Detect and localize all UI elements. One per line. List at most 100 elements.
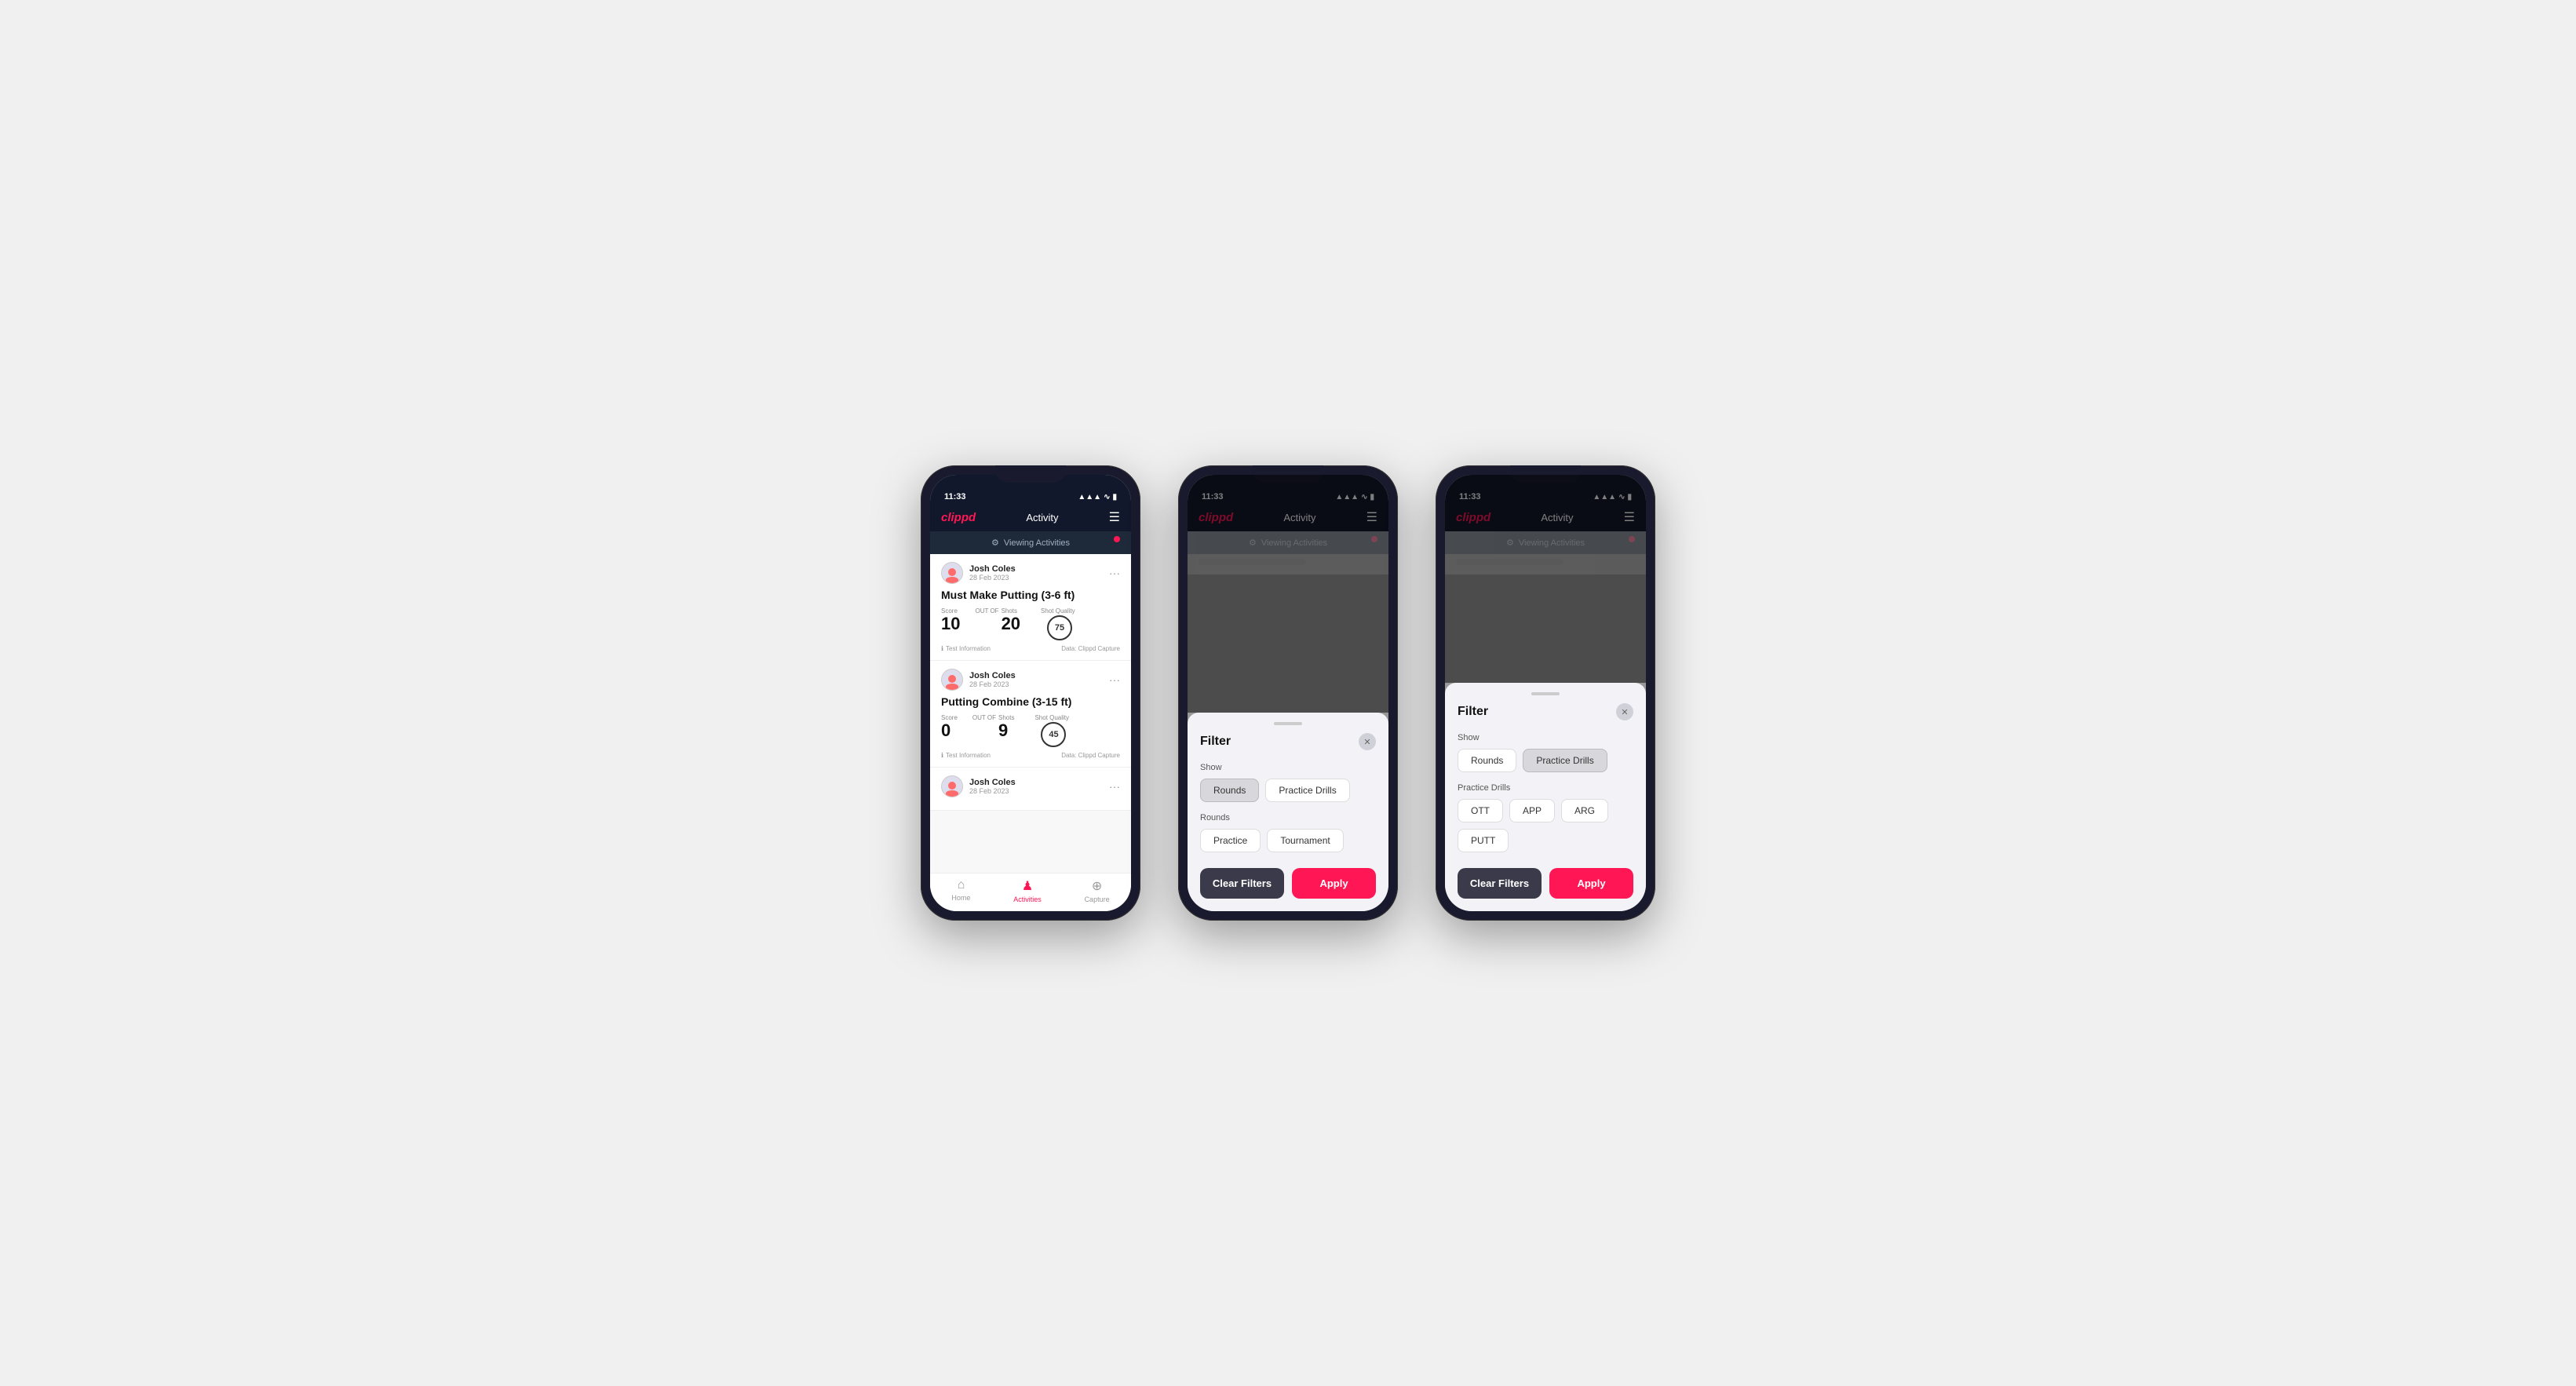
test-info-2[interactable]: ℹ Test Information [941,752,991,759]
filter-btn-ott-3[interactable]: OTT [1458,799,1503,822]
modal-header-3: Filter ✕ [1458,703,1633,720]
modal-title-3: Filter [1458,705,1488,719]
quality-badge-2: 45 [1041,722,1066,747]
filter-modal-2: Filter ✕ Show Rounds Practice Drills Rou… [1188,475,1388,911]
show-buttons-3: Rounds Practice Drills [1458,749,1633,772]
filter-btn-tournament-2[interactable]: Tournament [1267,829,1343,852]
user-date-1: 28 Feb 2023 [969,574,1016,582]
modal-handle-3 [1531,692,1560,695]
quality-group-1: Shot Quality 75 [1041,607,1075,640]
more-menu-2[interactable]: ··· [1109,673,1120,686]
shots-value-1: 20 [1002,614,1020,633]
stats-row-1: Score 10 OUT OF Shots 20 Shot Quality 75 [941,607,1120,640]
wifi-icon-1: ∿ [1104,493,1110,502]
quality-label-2: Shot Quality [1034,714,1069,721]
nav-bar-1: clippd Activity ☰ [930,505,1131,531]
logo-1: clippd [941,511,976,524]
filter-btn-drills-3[interactable]: Practice Drills [1523,749,1607,772]
user-name-1: Josh Coles [969,564,1016,574]
drills-buttons-3: OTT APP ARG PUTT [1458,799,1633,852]
out-of-1: OUT OF [975,607,998,615]
nav-home[interactable]: ⌂ Home [951,878,970,903]
test-info-1[interactable]: ℹ Test Information [941,645,991,652]
nav-capture[interactable]: ⊕ Capture [1085,878,1110,903]
score-group-1: Score 10 [941,607,960,633]
user-date-3: 28 Feb 2023 [969,787,1016,795]
apply-btn-2[interactable]: Apply [1292,868,1376,899]
avatar-1 [941,562,963,584]
score-group-2: Score 0 [941,714,958,740]
data-source-2: Data: Clippd Capture [1061,752,1120,759]
time-1: 11:33 [944,492,966,502]
show-buttons-2: Rounds Practice Drills [1200,779,1376,802]
stats-row-2: Score 0 OUT OF Shots 9 Shot Quality 45 [941,714,1120,747]
battery-icon-1: ▮ [1112,493,1117,502]
filter-btn-rounds-2[interactable]: Rounds [1200,779,1259,802]
card-header-2: Josh Coles 28 Feb 2023 ··· [941,669,1120,691]
menu-icon-1[interactable]: ☰ [1109,509,1120,525]
clear-filters-btn-2[interactable]: Clear Filters [1200,868,1284,899]
score-value-2: 0 [941,720,950,740]
quality-label-1: Shot Quality [1041,607,1075,615]
user-name-2: Josh Coles [969,671,1016,680]
shots-group-2: Shots 9 [998,714,1014,740]
filter-icon-1: ⚙ [991,538,999,548]
user-date-2: 28 Feb 2023 [969,680,1016,688]
modal-close-2[interactable]: ✕ [1359,733,1376,750]
more-menu-1[interactable]: ··· [1109,567,1120,579]
modal-header-2: Filter ✕ [1200,733,1376,750]
phone-3-screen: 11:33 ▲▲▲ ∿ ▮ clippd Activity ☰ ⚙ Viewin… [1445,475,1646,911]
filter-btn-arg-3[interactable]: ARG [1561,799,1608,822]
nav-activities[interactable]: ♟ Activities [1013,878,1042,903]
activities-icon: ♟ [1022,878,1033,894]
shots-value-2: 9 [998,720,1008,740]
modal-title-2: Filter [1200,735,1231,749]
card-header-3: Josh Coles 28 Feb 2023 ··· [941,775,1120,797]
card-title-1: Must Make Putting (3-6 ft) [941,589,1120,601]
user-info-1: Josh Coles 28 Feb 2023 [941,562,1016,584]
show-label-2: Show [1200,763,1376,772]
apply-btn-3[interactable]: Apply [1549,868,1633,899]
filter-btn-rounds-3[interactable]: Rounds [1458,749,1516,772]
filter-btn-practice-2[interactable]: Practice [1200,829,1261,852]
activity-card-2: Josh Coles 28 Feb 2023 ··· Putting Combi… [930,661,1131,768]
card-footer-2: ℹ Test Information Data: Clippd Capture [941,752,1120,759]
activity-card-1: Josh Coles 28 Feb 2023 ··· Must Make Put… [930,554,1131,661]
modal-close-3[interactable]: ✕ [1616,703,1633,720]
clear-filters-btn-3[interactable]: Clear Filters [1458,868,1542,899]
filter-btn-app-3[interactable]: APP [1509,799,1555,822]
user-name-3: Josh Coles [969,778,1016,787]
phones-container: 11:33 ▲▲▲ ∿ ▮ clippd Activity ☰ ⚙ Viewin… [921,465,1655,921]
viewing-bar-1[interactable]: ⚙ Viewing Activities [930,531,1131,554]
capture-icon: ⊕ [1092,878,1102,894]
home-icon: ⌂ [958,878,965,892]
signal-icon-1: ▲▲▲ [1078,493,1101,502]
card-title-2: Putting Combine (3-15 ft) [941,695,1120,708]
drills-label-3: Practice Drills [1458,783,1633,793]
more-menu-3[interactable]: ··· [1109,780,1120,793]
filter-btn-drills-2[interactable]: Practice Drills [1265,779,1349,802]
modal-backdrop-2[interactable] [1188,475,1388,713]
status-icons-1: ▲▲▲ ∿ ▮ [1078,493,1117,502]
capture-label: Capture [1085,895,1110,903]
data-source-1: Data: Clippd Capture [1061,645,1120,652]
viewing-label-1: Viewing Activities [1004,538,1070,548]
filter-btn-putt-3[interactable]: PUTT [1458,829,1509,852]
show-label-3: Show [1458,733,1633,742]
modal-footer-2: Clear Filters Apply [1200,868,1376,899]
avatar-3 [941,775,963,797]
notification-dot-1 [1114,536,1120,542]
home-label: Home [951,894,970,902]
card-header-1: Josh Coles 28 Feb 2023 ··· [941,562,1120,584]
modal-sheet-2: Filter ✕ Show Rounds Practice Drills Rou… [1188,713,1388,911]
modal-sheet-3: Filter ✕ Show Rounds Practice Drills Pra… [1445,683,1646,911]
phone-3: 11:33 ▲▲▲ ∿ ▮ clippd Activity ☰ ⚙ Viewin… [1436,465,1655,921]
user-info-3: Josh Coles 28 Feb 2023 [941,775,1016,797]
modal-backdrop-3[interactable] [1445,475,1646,683]
phone-1-screen: 11:33 ▲▲▲ ∿ ▮ clippd Activity ☰ ⚙ Viewin… [930,475,1131,911]
quality-group-2: Shot Quality 45 [1034,714,1069,747]
modal-footer-3: Clear Filters Apply [1458,868,1633,899]
phone-2: 11:33 ▲▲▲ ∿ ▮ clippd Activity ☰ ⚙ Viewin… [1178,465,1398,921]
user-meta-3: Josh Coles 28 Feb 2023 [969,778,1016,795]
phone-1: 11:33 ▲▲▲ ∿ ▮ clippd Activity ☰ ⚙ Viewin… [921,465,1140,921]
